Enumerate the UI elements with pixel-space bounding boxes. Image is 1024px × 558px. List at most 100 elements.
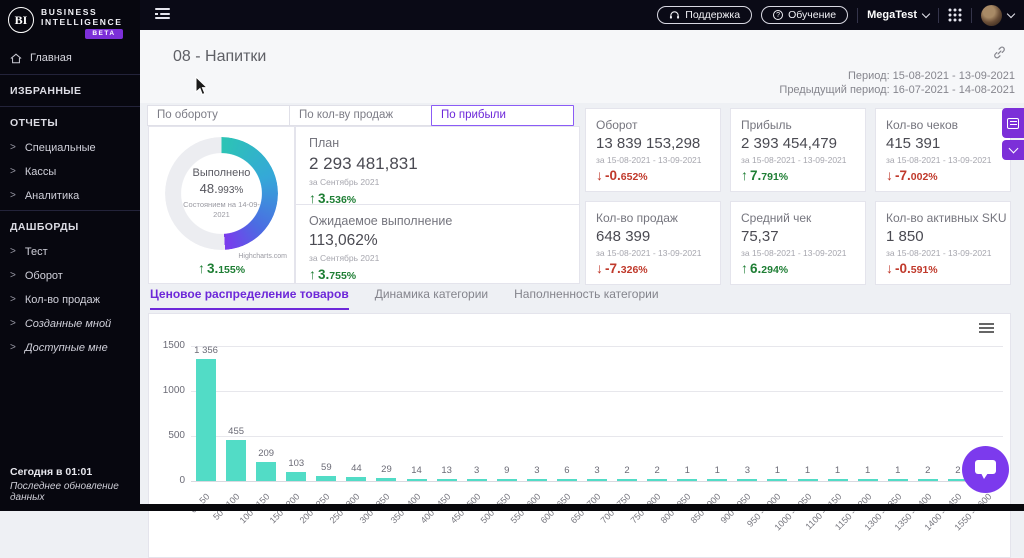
chart-tab-2[interactable]: Наполненность категории xyxy=(514,287,658,310)
kpi-delta: ↓ -0.591% xyxy=(886,260,938,277)
kpi-card-4: Средний чек 75,37 за 15-08-2021 - 13-09-20… xyxy=(730,201,866,285)
bar-900 - 950[interactable] xyxy=(737,479,758,481)
bar-0 - 50[interactable] xyxy=(196,358,217,481)
sidebar-item-dashboard-2[interactable]: > Кол-во продаж xyxy=(0,288,140,312)
bar-1100 - 1150[interactable] xyxy=(827,479,848,481)
delta-int: 6. xyxy=(750,261,762,276)
account-name: MegaTest xyxy=(867,9,917,21)
bar-1150 - 1200[interactable] xyxy=(857,479,878,481)
gridline-1500 xyxy=(191,346,1003,347)
sidebar-item-dashboard-4[interactable]: > Доступные мне xyxy=(0,336,140,360)
sidebar-item-report-label: Кассы xyxy=(24,166,57,179)
expected-period: за Сентябрь 2021 xyxy=(309,253,380,263)
sidebar-section-favorites: ИЗБРАННЫЕ xyxy=(10,85,82,98)
metric-tab-0[interactable]: По обороту xyxy=(147,105,290,126)
y-tick-1000: 1000 xyxy=(162,385,185,396)
chevron-right-icon: > xyxy=(10,270,16,282)
arrow-up-icon: ↑ xyxy=(309,266,316,282)
bar-950 - 1000[interactable] xyxy=(767,479,788,481)
kpi-delta: ↓ -7.002% xyxy=(886,167,938,184)
sidebar-item-report-2[interactable]: > Аналитика xyxy=(0,184,140,208)
bar-50 - 100[interactable] xyxy=(226,440,247,481)
chevron-down-icon xyxy=(1008,143,1018,154)
bar-1350 - 1400[interactable] xyxy=(917,479,938,481)
highcharts-credit[interactable]: Highcharts.com xyxy=(238,253,287,260)
chart-tab-0[interactable]: Ценовое распределение товаров xyxy=(150,287,349,310)
support-button[interactable]: Поддержка xyxy=(657,6,753,24)
collapse-sidebar-icon[interactable] xyxy=(155,8,170,21)
kpi-period: за 15-08-2021 - 13-09-2021 xyxy=(886,248,992,258)
bar-750 - 800[interactable] xyxy=(647,479,668,481)
kpi-value: 13 839 153,298 xyxy=(596,135,701,152)
y-tick-0: 0 xyxy=(179,475,185,486)
dashboard-filters-button[interactable] xyxy=(1002,108,1024,138)
user-avatar-menu[interactable] xyxy=(981,4,1016,26)
sidebar-item-report-label: Специальные xyxy=(24,142,96,155)
metric-tab-1[interactable]: По кол-ву продаж xyxy=(289,105,432,126)
arrow-up-icon: ↑ xyxy=(309,190,316,206)
gauge-percent: 48.993% xyxy=(200,180,244,198)
sidebar-item-dashboard-0[interactable]: > Тест xyxy=(0,240,140,264)
kpi-grid: Оборот 13 839 153,298 за 15-08-2021 - 13-0… xyxy=(585,108,1011,285)
bar-450 - 500[interactable] xyxy=(466,479,487,481)
bar-550 - 600[interactable] xyxy=(526,479,547,481)
bar-200 - 250[interactable] xyxy=(316,475,337,481)
chart-tab-1[interactable]: Динамика категории xyxy=(375,287,488,310)
metric-tab-2[interactable]: По прибыли xyxy=(431,105,574,126)
sidebar-divider xyxy=(0,210,140,212)
training-button[interactable]: ? Обучение xyxy=(761,6,849,24)
sidebar-item-dashboard-label: Тест xyxy=(24,246,48,259)
delta-int: -0. xyxy=(895,261,911,276)
chevron-right-icon: > xyxy=(10,318,16,330)
kpi-card-1: Прибыль 2 393 454,479 за 15-08-2021 - 13-0… xyxy=(730,108,866,192)
bar-300 - 350[interactable] xyxy=(376,478,397,481)
kpi-title: Прибыль xyxy=(741,118,792,132)
main-content: 08 - Напитки Период: 15-08-2021 - 13-09-… xyxy=(140,30,1024,558)
kpi-delta: ↓ -0.652% xyxy=(596,167,648,184)
bar-1000 - 1050[interactable] xyxy=(797,479,818,481)
sidebar-item-dashboard-3[interactable]: > Созданные мной xyxy=(0,312,140,336)
page-title: 08 - Напитки xyxy=(173,48,267,65)
bar-850 - 900[interactable] xyxy=(707,479,728,481)
sidebar-item-report-0[interactable]: > Специальные xyxy=(0,136,140,160)
apps-grid-icon[interactable] xyxy=(948,8,962,22)
kpi-value: 648 399 xyxy=(596,228,651,245)
bar-650 - 700[interactable] xyxy=(587,479,607,481)
bar-150 - 200[interactable] xyxy=(286,471,307,481)
bar-600 - 650[interactable] xyxy=(556,479,577,481)
home-icon xyxy=(10,53,22,63)
sidebar-item-report-1[interactable]: > Кассы xyxy=(0,160,140,184)
kpi-title: Кол-во чеков xyxy=(886,118,959,132)
kpi-value: 415 391 xyxy=(886,135,941,152)
sidebar-item-home[interactable]: Главная xyxy=(0,43,140,72)
share-link-icon[interactable] xyxy=(992,45,1007,60)
chevron-right-icon: > xyxy=(10,342,16,354)
last-update-time: Сегодня в 01:01 xyxy=(10,466,93,478)
topbar-divider xyxy=(971,7,972,23)
chart-context-menu-icon[interactable] xyxy=(979,323,994,335)
kpi-value: 2 393 454,479 xyxy=(741,135,837,152)
expand-panel-button[interactable] xyxy=(1002,140,1024,160)
bar-800 - 850[interactable] xyxy=(677,479,698,481)
gridline-1000 xyxy=(191,391,1003,392)
topbar-divider xyxy=(857,7,859,23)
sidebar-item-dashboard-1[interactable]: > Оборот xyxy=(0,264,140,288)
bar-700 - 750[interactable] xyxy=(617,479,638,481)
chat-widget-button[interactable] xyxy=(962,446,1009,493)
bar-400 - 450[interactable] xyxy=(436,479,457,481)
bar-1300 - 1350[interactable] xyxy=(887,479,908,481)
bar-500 - 550[interactable] xyxy=(496,479,517,481)
bar-chart-plot: 1 3560 - 5045550 - 100209100 - 150103150… xyxy=(188,345,1003,533)
kpi-period: за 15-08-2021 - 13-09-2021 xyxy=(886,155,992,165)
kpi-title: Оборот xyxy=(596,118,638,132)
sidebar-section-dashboards: ДАШБОРДЫ xyxy=(10,221,79,234)
sidebar-item-report-label: Аналитика xyxy=(24,190,80,203)
bar-350 - 400[interactable] xyxy=(406,479,427,481)
delta-int: -0. xyxy=(605,168,621,183)
training-label: Обучение xyxy=(788,9,837,21)
bar-250 - 300[interactable] xyxy=(346,477,367,481)
metric-tabs: По обороту По кол-ву продаж По прибыли xyxy=(147,105,574,126)
sidebar-divider xyxy=(0,106,140,108)
account-menu[interactable]: MegaTest xyxy=(867,9,931,21)
sidebar-section-reports: ОТЧЕТЫ xyxy=(10,117,59,130)
